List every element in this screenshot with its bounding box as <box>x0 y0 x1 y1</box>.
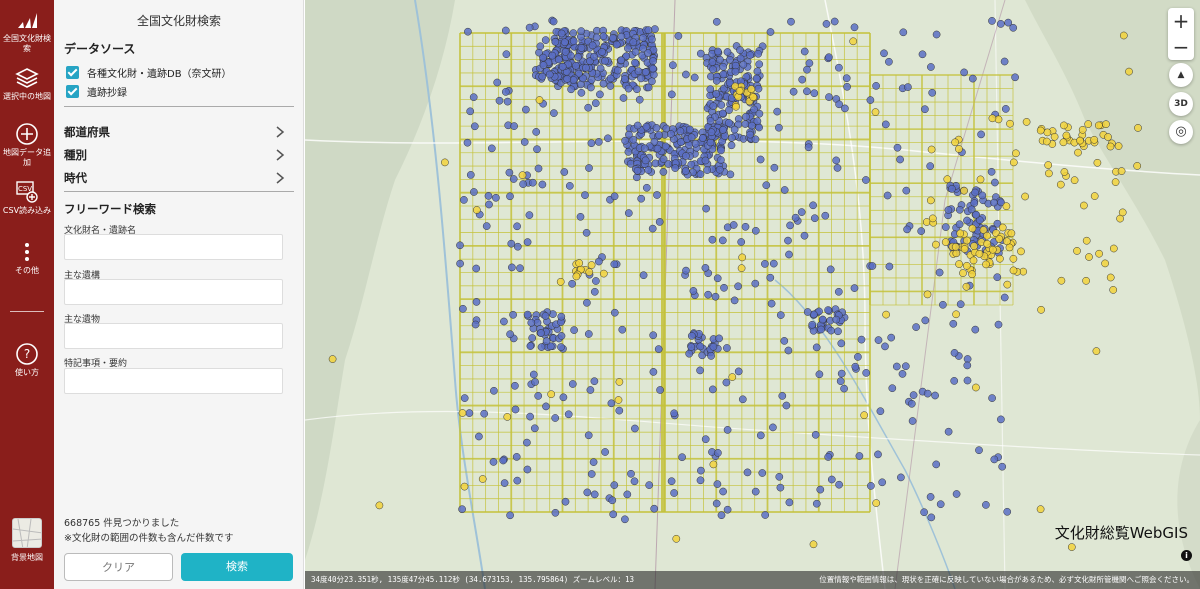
data-source-option[interactable]: 各種文化財・遺跡DB（奈文研） <box>66 64 232 80</box>
map-view[interactable]: + − ▲ 3D ◎ 文化財総覧WebGIS i 34度40分23.351秒, … <box>305 0 1200 589</box>
rail-item-label: CSV読み込み <box>2 206 52 215</box>
artifacts-input[interactable] <box>64 323 283 349</box>
base-map-label: 背景地図 <box>11 553 43 562</box>
left-rail: 全国文化財検索 選択中の地図 地図データ追加 CSV CSV読み込み その他 ?… <box>0 0 54 589</box>
disclaimer: 位置情報や範囲情報は、現状を正確に反映していない場合があるため、必ず文化財所管機… <box>819 575 1194 584</box>
help-icon: ? <box>16 343 38 365</box>
chevron-right-icon <box>276 149 285 161</box>
result-note: ※文化財の範囲の件数も含んだ件数です <box>64 533 234 544</box>
site-name-input[interactable] <box>64 234 283 260</box>
rail-item-add-data[interactable]: 地図データ追加 <box>0 122 54 168</box>
chevron-right-icon <box>276 126 285 138</box>
freeword-heading: フリーワード検索 <box>64 202 156 216</box>
compass-icon: ▲ <box>1177 70 1185 80</box>
search-panel: 全国文化財検索 データソース 各種文化財・遺跡DB（奈文研） 遺跡抄録 都道府県… <box>54 0 304 589</box>
base-map-selector[interactable]: 背景地図 <box>0 518 54 563</box>
result-count: 668765 件見つかりました <box>64 518 180 529</box>
app-root: 全国文化財検索 選択中の地図 地図データ追加 CSV CSV読み込み その他 ?… <box>0 0 1200 589</box>
logo-icon <box>18 13 37 28</box>
coordinates-readout: 34度40分23.351秒, 135度47分45.112秒 (34.673153… <box>311 575 635 584</box>
data-source-option-label: 遺跡抄録 <box>87 87 127 99</box>
panel-title: 全国文化財検索 <box>136 14 221 28</box>
filter-label: 都道府県 <box>64 125 110 139</box>
brand-label: 文化財総覧WebGIS <box>1054 524 1188 542</box>
csv-icon: CSV <box>16 181 38 203</box>
rail-item-label: 地図データ追加 <box>3 148 51 167</box>
zoom-control: + − <box>1168 8 1194 60</box>
rail-item-more[interactable]: その他 <box>0 240 54 276</box>
status-bar: 34度40分23.351秒, 135度47分45.112秒 (34.673153… <box>305 571 1200 589</box>
clear-button[interactable]: クリア <box>64 553 173 581</box>
locate-button[interactable]: ◎ <box>1169 120 1193 144</box>
filter-label: 時代 <box>64 171 87 185</box>
search-button[interactable]: 検索 <box>181 553 293 581</box>
rail-item-help[interactable]: ? 使い方 <box>0 342 54 378</box>
svg-text:?: ? <box>24 347 30 361</box>
data-source-option-label: 各種文化財・遺跡DB（奈文研） <box>87 68 232 80</box>
rail-item-label: 選択中の地図 <box>3 92 51 101</box>
compass-button[interactable]: ▲ <box>1169 63 1193 87</box>
divider <box>64 191 294 192</box>
checkbox-checked-icon[interactable] <box>66 84 79 98</box>
data-source-heading: データソース <box>64 42 136 56</box>
zoom-out-button[interactable]: − <box>1168 34 1194 60</box>
divider <box>64 106 294 107</box>
info-icon[interactable]: i <box>1181 550 1192 561</box>
rail-item-label: 全国文化財検索 <box>3 34 51 53</box>
rail-item-label: その他 <box>15 266 39 275</box>
rail-item-layers[interactable]: 選択中の地図 <box>0 66 54 102</box>
rail-item-csv[interactable]: CSV CSV読み込み <box>0 180 54 216</box>
view-3d-button[interactable]: 3D <box>1169 92 1193 116</box>
features-input[interactable] <box>64 279 283 305</box>
base-map-thumbnail <box>12 518 42 548</box>
checkbox-checked-icon[interactable] <box>66 65 79 79</box>
zoom-in-button[interactable]: + <box>1168 8 1194 34</box>
data-source-option[interactable]: 遺跡抄録 <box>66 83 127 99</box>
rail-item-search[interactable]: 全国文化財検索 <box>0 8 54 54</box>
filter-prefecture[interactable]: 都道府県 <box>64 124 286 140</box>
rail-divider <box>10 311 44 312</box>
map-base-layer <box>305 0 1200 589</box>
layers-icon <box>15 68 39 88</box>
notes-input[interactable] <box>64 368 283 394</box>
filter-label: 種別 <box>64 148 87 162</box>
chevron-right-icon <box>276 172 285 184</box>
more-vertical-icon <box>25 243 29 261</box>
locate-icon: ◎ <box>1175 124 1187 139</box>
rail-item-label: 使い方 <box>15 368 39 377</box>
filter-type[interactable]: 種別 <box>64 147 286 163</box>
plus-circle-icon <box>16 123 38 145</box>
filter-period[interactable]: 時代 <box>64 170 286 186</box>
